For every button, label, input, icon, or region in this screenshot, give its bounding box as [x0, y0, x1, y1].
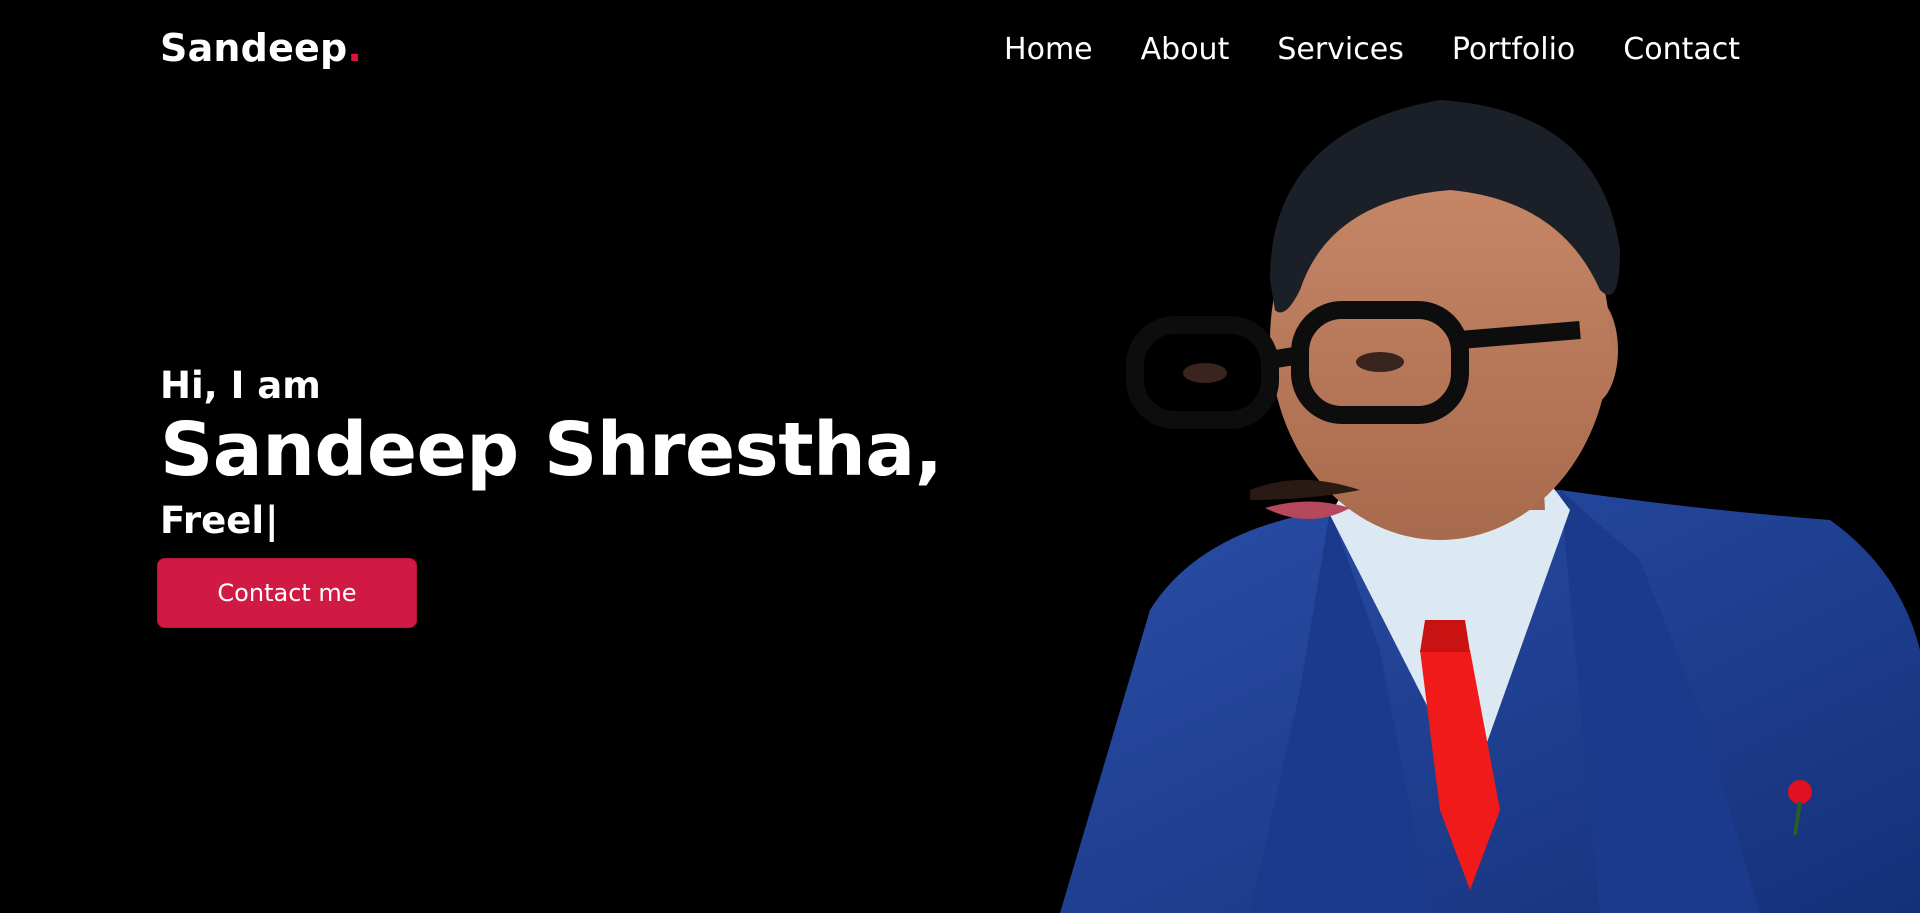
- hero-name: Sandeep Shrestha,: [160, 407, 943, 493]
- hero-typed-line: Freel|: [160, 496, 942, 546]
- nav-link-services[interactable]: Services: [1277, 32, 1404, 67]
- page: Sandeep. Home About Services Portfolio C…: [0, 0, 1920, 913]
- nav-link-about[interactable]: About: [1141, 32, 1230, 67]
- typed-text: Freel: [160, 499, 265, 542]
- logo-dot: .: [347, 26, 363, 70]
- navbar: Sandeep. Home About Services Portfolio C…: [0, 0, 1920, 100]
- contact-me-button[interactable]: Contact me: [157, 558, 417, 628]
- nav-link-home[interactable]: Home: [1004, 32, 1093, 67]
- hero-text: Hi, I am Sandeep Shrestha, Freel|: [160, 362, 943, 546]
- nav-link-portfolio[interactable]: Portfolio: [1452, 32, 1575, 67]
- typing-cursor: |: [265, 499, 279, 542]
- logo-text: Sandeep: [160, 26, 348, 70]
- nav-menu: Home About Services Portfolio Contact: [1004, 30, 1740, 70]
- portrait-photo: [1060, 100, 1920, 913]
- nav-item-portfolio: Portfolio: [1452, 30, 1575, 70]
- hero-intro: Hi, I am: [160, 364, 321, 407]
- nav-link-contact[interactable]: Contact: [1623, 32, 1740, 67]
- nav-item-contact: Contact: [1623, 30, 1740, 70]
- nav-item-services: Services: [1277, 30, 1404, 70]
- nav-item-home: Home: [1004, 30, 1093, 70]
- nav-item-about: About: [1141, 30, 1230, 70]
- logo[interactable]: Sandeep.: [160, 24, 362, 72]
